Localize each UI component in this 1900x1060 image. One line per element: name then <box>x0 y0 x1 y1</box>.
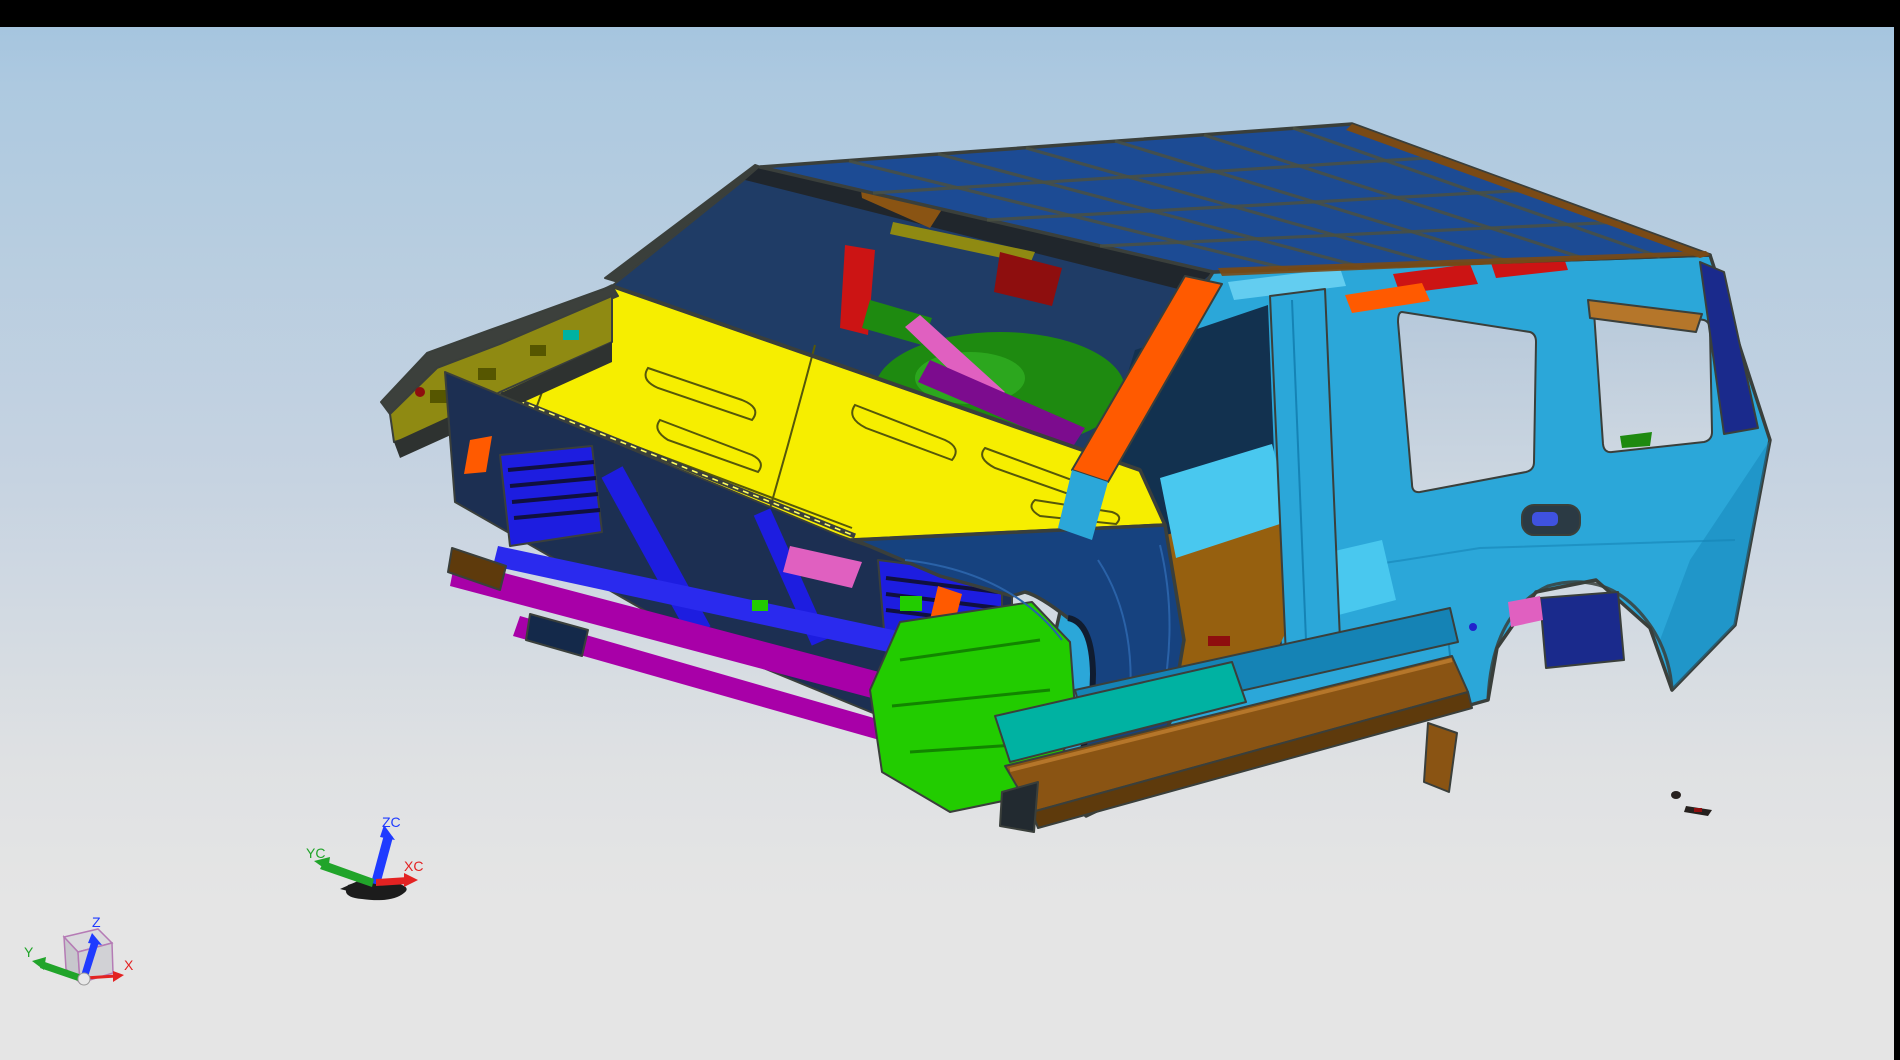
abs-z-label: Z <box>92 914 101 930</box>
plug-dot <box>1469 623 1477 631</box>
abs-y-axis-tip <box>32 957 46 970</box>
top-frame-bar <box>0 0 1900 27</box>
debris-fragments[interactable] <box>1671 791 1712 816</box>
wcs-x-label: XC <box>404 858 423 874</box>
arch-inner-box[interactable] <box>1540 592 1624 668</box>
wcs-x-axis-tip <box>404 873 418 887</box>
car-body-model[interactable] <box>0 0 1900 1060</box>
door-handle[interactable] <box>1522 505 1580 535</box>
air-dam[interactable] <box>526 614 588 656</box>
wcs-y-label: YC <box>306 845 325 861</box>
graphics-viewport[interactable]: ZC YC XC Z Y X <box>0 0 1900 1060</box>
debris-fragment[interactable] <box>1671 791 1681 799</box>
cad-application-window: ZC YC XC Z Y X <box>0 0 1900 1060</box>
origin-sphere[interactable] <box>78 973 90 985</box>
abs-x-label: X <box>124 957 134 973</box>
abs-y-label: Y <box>24 944 34 960</box>
right-frame-bar <box>1894 0 1900 1060</box>
wcs-triad[interactable]: ZC YC XC <box>300 785 450 915</box>
absolute-triad[interactable]: Z Y X <box>20 905 150 1015</box>
wcs-z-axis-arrow[interactable] <box>371 831 393 885</box>
abs-x-axis-tip <box>113 971 124 982</box>
rear-sill-bracket[interactable] <box>1424 723 1457 792</box>
wcs-z-label: ZC <box>382 814 401 830</box>
rear-door-window-opening[interactable] <box>1398 312 1536 492</box>
